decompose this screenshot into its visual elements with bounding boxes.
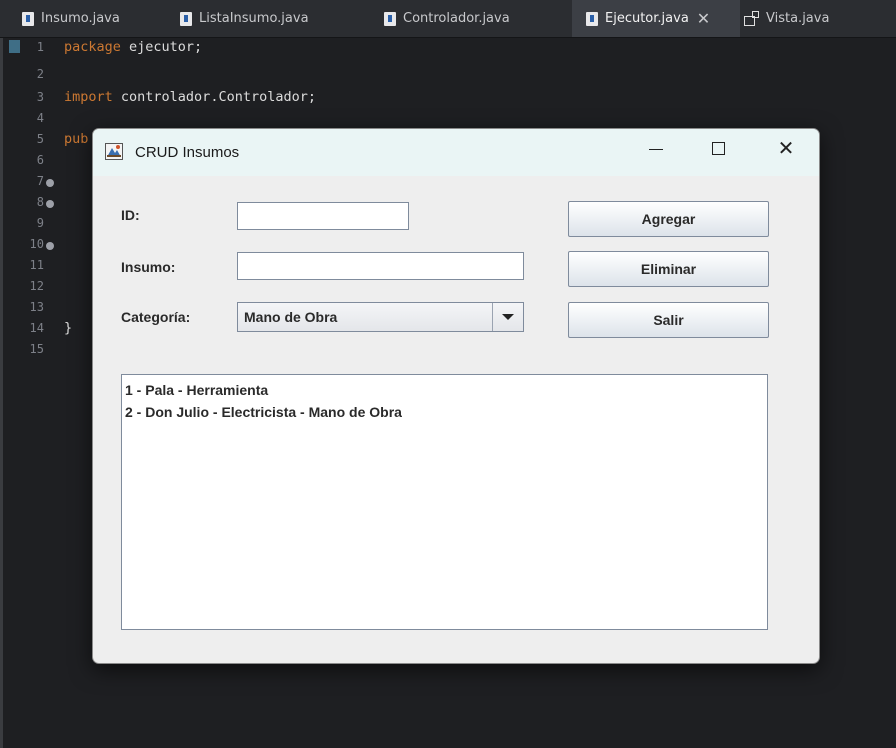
window-title: CRUD Insumos	[135, 144, 240, 161]
chevron-down-icon	[502, 314, 514, 320]
code-text: }	[64, 320, 73, 336]
java-app-icon	[105, 143, 123, 160]
line-number: 8	[36, 195, 44, 209]
line-number: 7	[36, 174, 44, 188]
minimize-button[interactable]	[633, 129, 679, 167]
close-button[interactable]: ✕	[763, 129, 809, 167]
list-item[interactable]: 1 - Pala - Herramienta	[125, 379, 764, 401]
tab-label: Controlador.java	[403, 11, 510, 26]
maximize-button[interactable]	[695, 129, 741, 167]
window-title-bar[interactable]: CRUD Insumos ✕	[93, 129, 819, 176]
fold-toggle-icon[interactable]	[46, 200, 54, 208]
eliminar-button[interactable]: Eliminar	[568, 251, 769, 287]
line-number-gutter: 1 2 3 4 5 6 7 8 9 10 11 12 13 14 15	[0, 38, 60, 748]
categoria-selected-value: Mano de Obra	[244, 309, 338, 325]
id-label: ID:	[121, 207, 140, 223]
code-text: ejecutor;	[120, 39, 203, 55]
java-file-icon	[22, 11, 34, 26]
insumos-list[interactable]: 1 - Pala - Herramienta 2 - Don Julio - E…	[121, 374, 768, 630]
tab-label: Ejecutor.java	[605, 11, 689, 26]
java-file-icon	[586, 11, 598, 26]
line-number: 2	[36, 67, 44, 81]
tab-label: Insumo.java	[41, 11, 120, 26]
code-line-1: package ejecutor;	[64, 39, 202, 55]
minimize-icon	[649, 148, 663, 150]
crud-insumos-window: CRUD Insumos ✕ ID: Insumo: Categoría: Ma…	[92, 128, 820, 664]
form-file-icon	[744, 10, 760, 27]
tab-label: Vista.java	[766, 11, 830, 26]
keyword-package: package	[64, 39, 121, 55]
line-number: 14	[29, 321, 44, 335]
tab-label: ListaInsumo.java	[199, 11, 309, 26]
fold-toggle-icon[interactable]	[46, 179, 54, 187]
code-text: controlador.Controlador;	[112, 89, 316, 105]
line-number: 12	[29, 279, 44, 293]
tab-listainsumo-java[interactable]: ListaInsumo.java	[180, 0, 309, 37]
categoria-label: Categoría:	[121, 309, 191, 325]
list-item[interactable]: 2 - Don Julio - Electricista - Mano de O…	[125, 401, 764, 423]
insumo-field[interactable]	[237, 252, 524, 280]
tab-insumo-java[interactable]: Insumo.java	[22, 0, 120, 37]
id-field[interactable]	[237, 202, 409, 230]
maximize-icon	[711, 141, 725, 155]
line-number: 15	[29, 342, 44, 356]
code-line-3: import controlador.Controlador;	[64, 89, 316, 105]
insumo-label: Insumo:	[121, 259, 176, 275]
categoria-dropdown[interactable]: Mano de Obra	[237, 302, 524, 332]
java-file-icon	[384, 11, 396, 26]
line-number: 4	[36, 111, 44, 125]
editor-tab-bar: Insumo.java ListaInsumo.java Controlador…	[0, 0, 896, 38]
line-number: 5	[36, 132, 44, 146]
agregar-button[interactable]: Agregar	[568, 201, 769, 237]
code-line-5: pub	[64, 131, 88, 147]
line-number: 11	[29, 258, 44, 272]
current-line-marker	[9, 40, 20, 53]
java-file-icon	[180, 11, 192, 26]
keyword-public: pub	[64, 131, 89, 147]
close-icon[interactable]: ✕	[697, 10, 710, 27]
tab-controlador-java[interactable]: Controlador.java	[384, 0, 510, 37]
line-number: 13	[29, 300, 44, 314]
code-line-14: }	[64, 320, 72, 336]
keyword-import: import	[64, 89, 113, 105]
close-icon: ✕	[777, 136, 795, 160]
tab-vista-java[interactable]: Vista.java	[744, 0, 829, 37]
line-number: 10	[29, 237, 44, 251]
tab-ejecutor-java[interactable]: Ejecutor.java ✕	[572, 0, 740, 37]
salir-button[interactable]: Salir	[568, 302, 769, 338]
line-number: 9	[36, 216, 44, 230]
line-number: 1	[36, 40, 44, 54]
gutter-border	[0, 38, 3, 748]
dropdown-arrow-button[interactable]	[492, 303, 523, 331]
line-number: 3	[36, 90, 44, 104]
fold-toggle-icon[interactable]	[46, 242, 54, 250]
line-number: 6	[36, 153, 44, 167]
